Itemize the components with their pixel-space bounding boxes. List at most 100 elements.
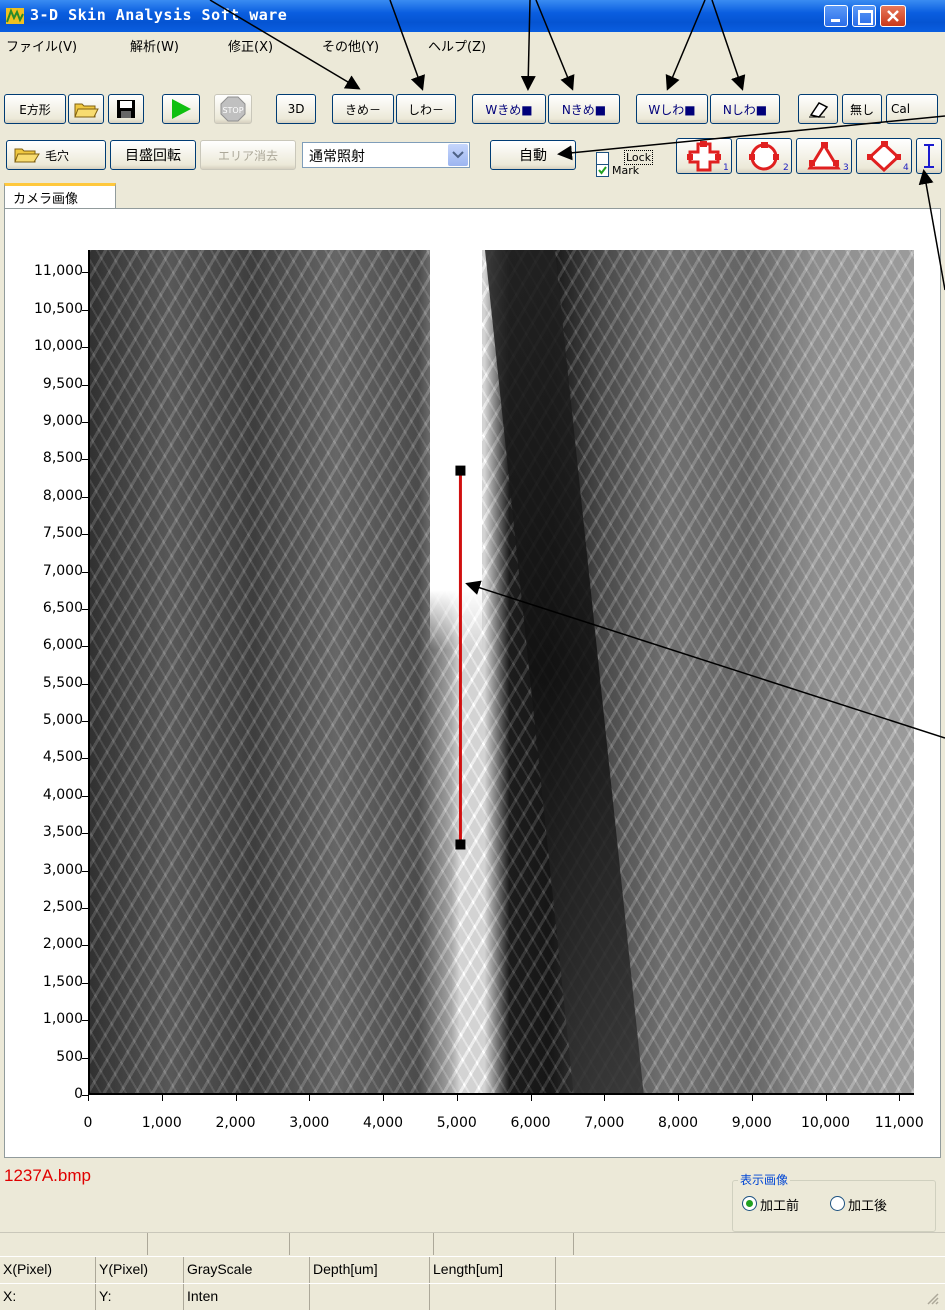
shape-tool-3-button[interactable]: 3 — [796, 138, 852, 174]
stop-label: STOP — [222, 106, 243, 115]
close-button[interactable] — [880, 5, 906, 27]
plot-axes — [88, 250, 914, 1095]
mark-checkbox[interactable] — [596, 164, 609, 177]
open-button[interactable] — [68, 94, 104, 124]
stop-button[interactable]: STOP — [214, 94, 252, 124]
y-tick-label: 7,000 — [42, 562, 83, 579]
tab-camera-image[interactable]: カメラ画像 — [4, 183, 116, 209]
shape-tool-1-button[interactable]: 1 — [676, 138, 732, 174]
close-icon — [887, 10, 899, 22]
w-shiwa-button[interactable]: Wしわ■ — [636, 94, 708, 124]
x-tick-label: 0 — [83, 1115, 93, 1131]
x-tick — [235, 1095, 237, 1101]
value-y: Y: — [96, 1284, 184, 1310]
y-tick-label: 1,500 — [42, 973, 83, 990]
shiwa-minus-button[interactable]: しわ－ — [396, 94, 456, 124]
shape-tool-2-button[interactable]: 2 — [736, 138, 792, 174]
menu-bar: ファイル(V) 解析(W) 修正(X) その他(Y) ヘルプ(Z) — [0, 32, 945, 56]
kime-minus-button[interactable]: きめ－ — [332, 94, 394, 124]
floppy-save-icon — [117, 100, 135, 118]
play-button[interactable] — [162, 94, 200, 124]
y-tick-label: 11,000 — [34, 263, 83, 280]
y-tick-label: 4,500 — [42, 749, 83, 766]
menu-edit[interactable]: 修正(X) — [228, 36, 273, 55]
eraser-icon — [809, 102, 829, 118]
circle-shape-icon: 2 — [749, 142, 789, 172]
y-tick-label: 4,000 — [42, 786, 83, 803]
y-tick-label: 8,000 — [42, 487, 83, 504]
display-image-group-title: 表示画像 — [738, 1171, 791, 1188]
y-tick-label: 0 — [74, 1086, 83, 1102]
none-button[interactable]: 無し — [842, 94, 882, 124]
x-tick-label: 2,000 — [215, 1115, 256, 1131]
n-shiwa-button[interactable]: Nしわ■ — [710, 94, 780, 124]
shape-tool-3-num: 3 — [843, 163, 849, 172]
x-tick-label: 10,000 — [801, 1115, 850, 1131]
auto-button[interactable]: 自動 — [490, 140, 576, 170]
x-tick — [88, 1095, 89, 1101]
y-tick-label: 2,500 — [42, 899, 83, 916]
status-value-row: X: Y: Inten — [0, 1283, 945, 1310]
pore-button[interactable]: 毛穴 — [6, 140, 106, 170]
y-tick-label: 1,000 — [42, 1011, 83, 1028]
x-tick — [383, 1095, 384, 1101]
radio-after-label: 加工後 — [848, 1199, 888, 1214]
toolbar-secondary: 毛穴 目盛回転 エリア消去 通常照射 自動 Lock Mark 1 2 3 4 — [0, 134, 945, 180]
header-grayscale: GrayScale — [184, 1257, 310, 1283]
eraser-button[interactable] — [798, 94, 838, 124]
menu-help[interactable]: ヘルプ(Z) — [428, 36, 486, 55]
cal-button[interactable]: Cal — [886, 94, 938, 124]
status-empty-cell — [290, 1233, 434, 1255]
y-tick-label: 6,000 — [42, 637, 83, 654]
shape-tool-4-button[interactable]: 4 — [856, 138, 912, 174]
radio-before-processing[interactable] — [742, 1196, 757, 1211]
y-tick-label: 5,500 — [42, 674, 83, 691]
pore-label: 毛穴 — [45, 148, 70, 163]
minimize-button[interactable] — [824, 5, 848, 27]
x-tick-label: 8,000 — [657, 1115, 699, 1131]
x-tick-label: 7,000 — [584, 1115, 625, 1131]
shape-tool-2-num: 2 — [783, 163, 789, 172]
x-tick-label: 3,000 — [289, 1115, 330, 1131]
value-x: X: — [0, 1284, 96, 1310]
save-button[interactable] — [108, 94, 144, 124]
toolbar-main: E方形 STOP 3D きめ－ しわ－ Wきめ■ Nきめ■ Wしわ■ Nしわ■ … — [0, 90, 945, 130]
maximize-button[interactable] — [852, 5, 876, 27]
x-tick — [751, 1095, 753, 1101]
y-tick-label: 7,500 — [42, 525, 83, 542]
w-kime-button[interactable]: Wきめ■ — [472, 94, 546, 124]
rotate-scale-button[interactable]: 目盛回転 — [110, 140, 196, 170]
area-clear-button[interactable]: エリア消去 — [200, 140, 296, 170]
header-depth: Depth[um] — [310, 1257, 430, 1283]
lock-label: Lock — [624, 150, 654, 165]
y-tick-label: 2,000 — [42, 936, 83, 953]
cursor-tool-button[interactable] — [916, 138, 942, 174]
y-tick-label: 10,500 — [34, 300, 83, 317]
e-shape-button[interactable]: E方形 — [4, 94, 66, 124]
chevron-down-icon — [452, 151, 464, 159]
illumination-select[interactable]: 通常照射 — [302, 142, 470, 168]
n-kime-button[interactable]: Nきめ■ — [548, 94, 620, 124]
menu-other[interactable]: その他(Y) — [322, 36, 379, 55]
x-tick — [161, 1095, 163, 1101]
x-tick-label: 9,000 — [731, 1115, 772, 1131]
menu-analysis[interactable]: 解析(W) — [130, 36, 179, 55]
x-tick — [456, 1095, 458, 1101]
y-tick-label: 10,000 — [34, 338, 83, 355]
x-tick — [530, 1095, 532, 1101]
radio-after-processing[interactable] — [830, 1196, 845, 1211]
x-tick-label: 11,000 — [874, 1115, 924, 1131]
y-tick-label: 500 — [56, 1048, 83, 1065]
status-header-row: X(Pixel) Y(Pixel) GrayScale Depth[um] Le… — [0, 1256, 945, 1283]
folder-open-icon — [14, 148, 40, 163]
x-tick — [899, 1095, 901, 1101]
3d-button[interactable]: 3D — [276, 94, 316, 124]
title-bar[interactable]: 3-D Skin Analysis Soft ware — [0, 0, 945, 32]
resize-grip-icon[interactable] — [926, 1292, 940, 1306]
triangle-shape-icon: 3 — [807, 142, 849, 172]
menu-file[interactable]: ファイル(V) — [6, 36, 77, 55]
value-length — [430, 1284, 556, 1310]
dropdown-arrow[interactable] — [448, 144, 468, 166]
x-tick — [604, 1095, 606, 1101]
y-tick-label: 3,000 — [42, 861, 83, 878]
